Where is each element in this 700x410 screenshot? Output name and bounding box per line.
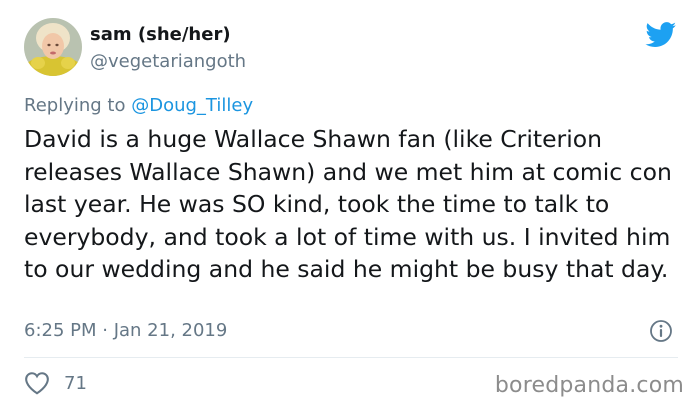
reply-mention-link[interactable]: @Doug_Tilley <box>131 95 253 116</box>
user-handle[interactable]: @vegetariangoth <box>90 51 246 72</box>
reply-context: Replying to @Doug_Tilley <box>24 95 253 116</box>
divider <box>24 357 678 358</box>
heart-icon[interactable] <box>24 371 50 395</box>
info-icon[interactable] <box>649 319 673 343</box>
twitter-bird-icon[interactable] <box>645 22 677 48</box>
tweet-text: David is a huge Wallace Shawn fan (like … <box>24 125 672 284</box>
display-name[interactable]: sam (she/her) <box>90 24 231 45</box>
tweet-timestamp[interactable]: 6:25 PM · Jan 21, 2019 <box>24 320 227 341</box>
like-count[interactable]: 71 <box>64 373 87 394</box>
avatar[interactable] <box>24 18 82 76</box>
reply-prefix: Replying to <box>24 95 126 116</box>
watermark: boredpanda.com <box>494 373 684 398</box>
tweet-card: sam (she/her) @vegetariangoth Replying t… <box>0 0 700 410</box>
